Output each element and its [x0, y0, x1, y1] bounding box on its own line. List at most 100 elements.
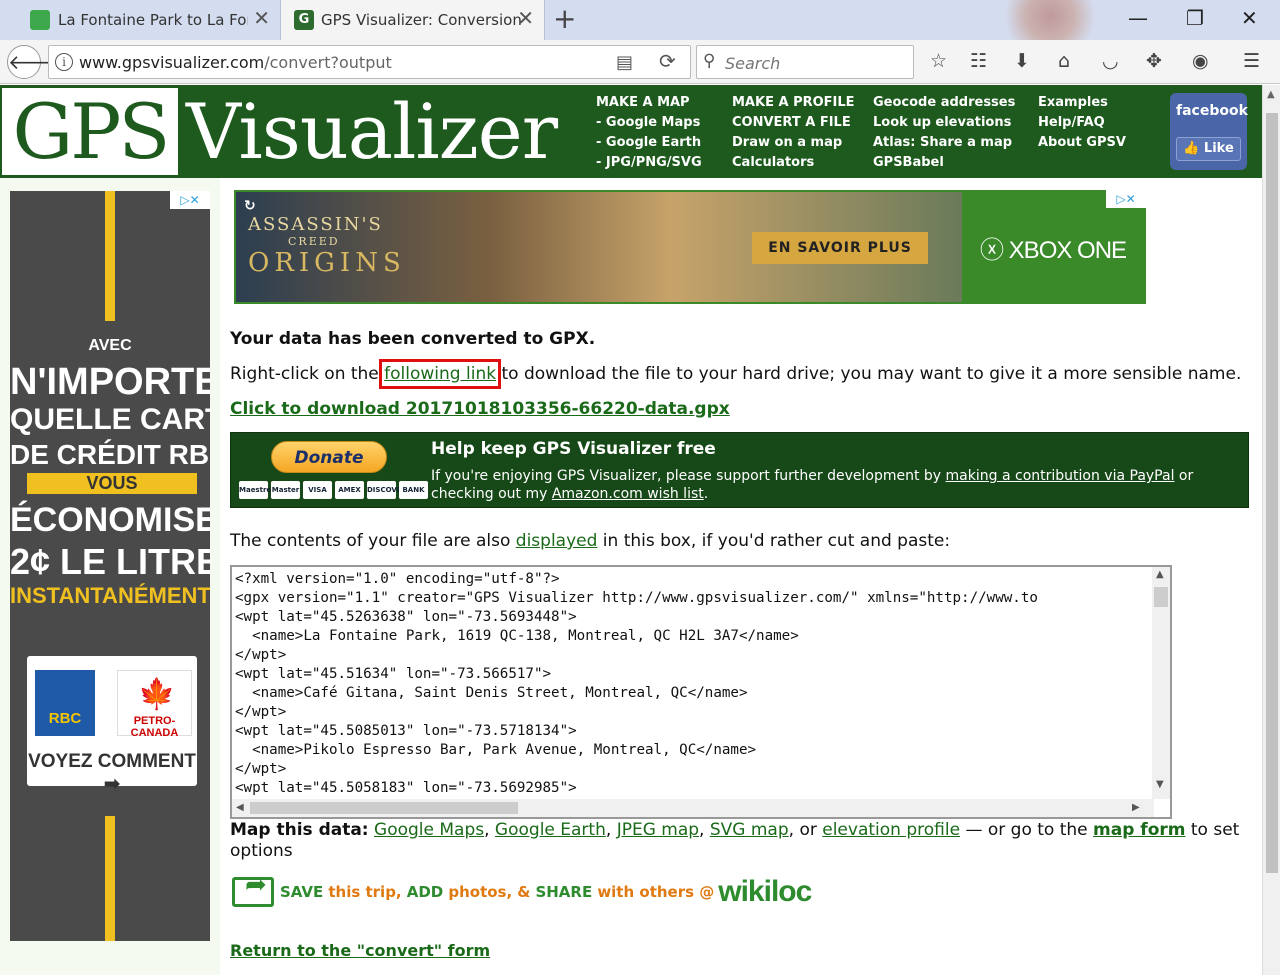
scroll-left-icon[interactable]: ◀ — [236, 802, 244, 813]
search-input[interactable] — [725, 52, 905, 74]
nav-link-examples[interactable]: Examples — [1038, 93, 1126, 113]
reload-icon[interactable]: ⟳ — [659, 49, 676, 73]
nav-link-atlas[interactable]: Atlas: Share a map — [873, 133, 1015, 153]
minimize-icon[interactable]: — — [1128, 6, 1148, 30]
map-link-svg[interactable]: SVG map — [710, 820, 789, 840]
nav-link-elevations[interactable]: Look up elevations — [873, 113, 1015, 133]
search-icon: ⚲ — [703, 51, 716, 71]
nav-link-gpsbabel[interactable]: GPSBabel — [873, 153, 1015, 173]
map-link-elevation-profile[interactable]: elevation profile — [822, 820, 960, 840]
ad-cta-button[interactable]: EN SAVOIR PLUS — [752, 232, 928, 264]
bookmark-star-icon[interactable]: ☆ — [930, 50, 947, 72]
tab-gps-visualizer[interactable]: G GPS Visualizer: Conversion o ✕ — [280, 0, 545, 40]
extension-icon[interactable]: ✥ — [1146, 50, 1162, 72]
nav-link-geocode[interactable]: Geocode addresses — [873, 93, 1015, 113]
discover-icon: DISCOVER — [367, 481, 407, 499]
ad-text: N'IMPORTE — [10, 361, 210, 403]
ad-text: 2¢ LE LITRE — [10, 541, 210, 582]
scroll-down-icon[interactable]: ▼ — [1156, 779, 1164, 790]
page-scrollbar[interactable]: ▲ — [1262, 85, 1280, 975]
close-window-icon[interactable]: ✕ — [1241, 6, 1258, 30]
wikiloc-banner[interactable]: SAVE this trip, ADD photos, & SHARE with… — [232, 870, 812, 909]
adchoices-icon[interactable]: ▷✕ — [1106, 190, 1146, 208]
horizontal-scrollbar[interactable]: ◀ ▶ — [232, 799, 1154, 817]
tab-strip: La Fontaine Park to La Fontaine ✕ G GPS … — [0, 0, 1280, 40]
return-to-convert-link[interactable]: Return to the "convert" form — [230, 941, 490, 960]
road-line — [105, 191, 115, 321]
download-icon[interactable]: ⬇ — [1014, 50, 1030, 72]
nav-link-jpg-png-svg[interactable]: - JPG/PNG/SVG — [596, 153, 702, 173]
info-icon[interactable]: i — [55, 53, 73, 71]
nav-link-calculators[interactable]: Calculators — [732, 153, 855, 173]
amazon-wishlist-link[interactable]: Amazon.com wish list — [552, 486, 704, 502]
gpx-code[interactable]: <?xml version="1.0" encoding="utf-8"?> <… — [235, 570, 1038, 798]
close-tab-icon[interactable]: ✕ — [517, 6, 534, 30]
nav-column-2: MAKE A PROFILE CONVERT A FILE Draw on a … — [732, 93, 855, 173]
page-scroll-thumb[interactable] — [1266, 113, 1278, 873]
nav-link-about[interactable]: About GPSV — [1038, 133, 1126, 153]
scroll-right-icon[interactable]: ▶ — [1132, 802, 1140, 813]
ad-text: AVEC — [88, 337, 132, 354]
maximize-icon[interactable]: ❐ — [1186, 6, 1204, 30]
ad-refresh-icon[interactable]: ↻ — [244, 198, 256, 214]
share-icon — [232, 870, 274, 907]
new-tab-icon[interactable]: + — [553, 2, 576, 35]
scroll-up-icon[interactable]: ▲ — [1267, 89, 1275, 100]
nav-link-make-a-profile[interactable]: MAKE A PROFILE — [732, 93, 855, 113]
mastercard-icon: Master — [271, 481, 300, 499]
tab-title: La Fontaine Park to La Fontaine — [58, 11, 248, 29]
nav-column-3: Geocode addresses Look up elevations Atl… — [873, 93, 1015, 173]
ad-cta[interactable]: VOYEZ COMMENT ➡ — [27, 751, 197, 796]
close-tab-icon[interactable]: ✕ — [253, 6, 270, 30]
following-link[interactable]: following link — [379, 359, 502, 389]
back-arrow-icon[interactable]: 🡐 — [7, 45, 62, 79]
bookmarks-list-icon[interactable]: ☷ — [970, 50, 987, 72]
tab-la-fontaine[interactable]: La Fontaine Park to La Fontaine ✕ — [0, 0, 280, 40]
site-logo[interactable]: GPS Visualizer — [0, 85, 582, 178]
facebook-logo: facebook — [1176, 103, 1248, 119]
search-bar[interactable]: ⚲ — [696, 45, 914, 79]
url-text[interactable]: www.gpsvisualizer.com/convert?output — [79, 53, 392, 72]
nav-link-make-a-map[interactable]: MAKE A MAP — [596, 93, 702, 113]
adchoices-icon[interactable]: ▷✕ — [170, 191, 210, 209]
paypal-donate-button[interactable]: Donate — [271, 441, 387, 473]
profile-icon[interactable]: ◉ — [1192, 50, 1209, 72]
left-ad-rbc[interactable]: ▷✕ AVEC N'IMPORTE QUELLE CARTE DE CRÉDIT… — [10, 191, 210, 941]
download-gpx-link[interactable]: Click to download 20171018103356-66220-d… — [230, 399, 730, 419]
scroll-thumb[interactable] — [250, 802, 518, 814]
game-logo: ASSASSIN'S CREED ORIGINS — [248, 214, 406, 278]
gps-visualizer-icon: G — [294, 10, 314, 30]
nav-link-help-faq[interactable]: Help/FAQ — [1038, 113, 1126, 133]
gpx-textarea[interactable]: <?xml version="1.0" encoding="utf-8"?> <… — [230, 565, 1172, 819]
map-link-google-maps[interactable]: Google Maps — [374, 820, 484, 840]
map-link-jpeg[interactable]: JPEG map — [617, 820, 699, 840]
displayed-link[interactable]: displayed — [516, 531, 598, 551]
nav-link-google-maps[interactable]: - Google Maps — [596, 113, 702, 133]
facebook-like-button[interactable]: 👍 Like — [1176, 137, 1241, 161]
rbc-logo: RBC — [35, 670, 95, 736]
nav-column-4: Examples Help/FAQ About GPSV — [1038, 93, 1126, 153]
nav-link-draw-on-a-map[interactable]: Draw on a map — [732, 133, 855, 153]
ad-text: QUELLE CARTE — [10, 403, 210, 436]
home-icon[interactable]: ⌂ — [1058, 50, 1070, 72]
banner-ad-assassins-creed[interactable]: ↻ ASSASSIN'S CREED ORIGINS EN SAVOIR PLU… — [234, 190, 1146, 304]
vertical-scrollbar[interactable]: ▲ ▼ — [1152, 567, 1170, 799]
visa-icon: VISA — [303, 481, 332, 499]
nav-link-google-earth[interactable]: - Google Earth — [596, 133, 702, 153]
google-maps-icon — [30, 10, 50, 30]
paypal-contribution-link[interactable]: making a contribution via PayPal — [946, 468, 1175, 484]
ad-text: VOUS — [27, 473, 197, 494]
pocket-icon[interactable]: ◡ — [1102, 50, 1119, 72]
ad-text: DE CRÉDIT RBC — [10, 439, 210, 470]
reader-view-icon[interactable]: ▤ — [616, 52, 633, 73]
nav-link-convert-a-file[interactable]: CONVERT A FILE — [732, 113, 855, 133]
donate-text: If you're enjoying GPS Visualizer, pleas… — [431, 468, 1194, 502]
road-line — [105, 816, 115, 941]
scroll-thumb[interactable] — [1154, 587, 1168, 607]
menu-hamburger-icon[interactable]: ☰ — [1243, 50, 1260, 72]
map-link-google-earth[interactable]: Google Earth — [495, 820, 606, 840]
logo-visualizer: Visualizer — [186, 87, 558, 176]
map-form-link[interactable]: map form — [1093, 820, 1185, 840]
scroll-up-icon[interactable]: ▲ — [1156, 569, 1164, 580]
address-bar[interactable]: i www.gpsvisualizer.com/convert?output ▤… — [48, 45, 691, 79]
